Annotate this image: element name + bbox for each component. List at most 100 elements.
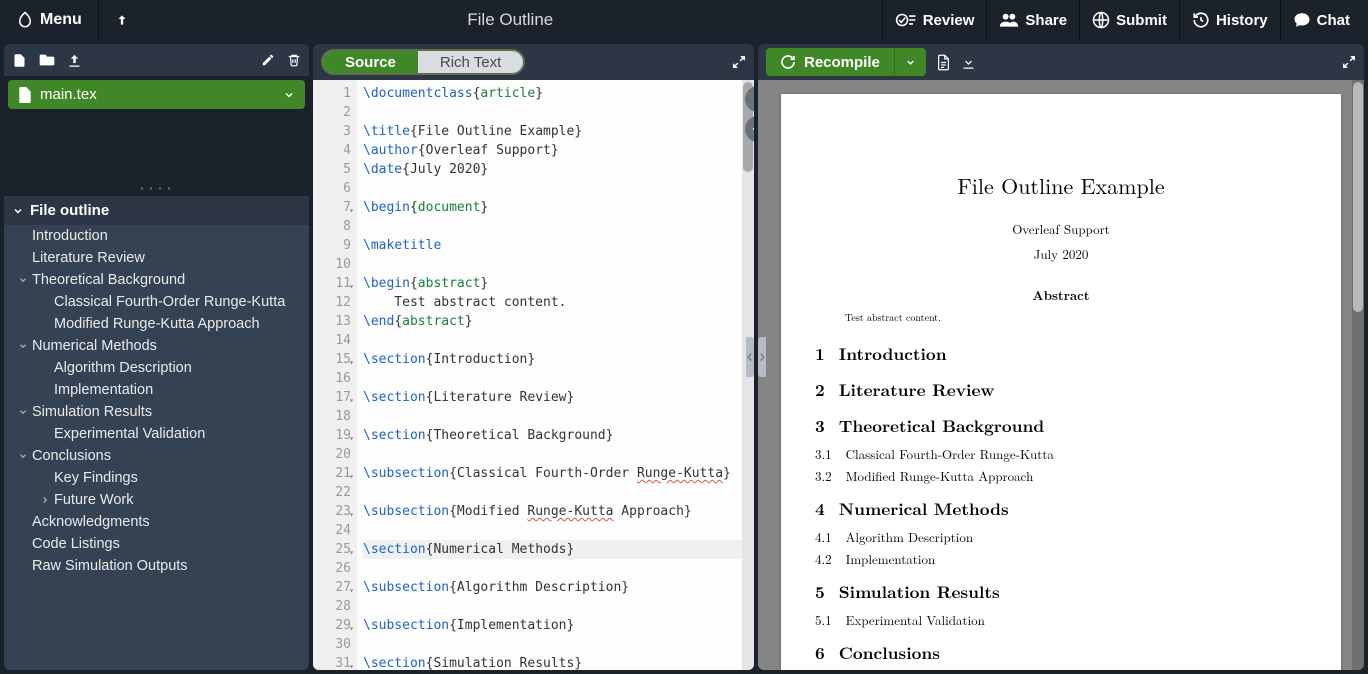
outline-item-label: Theoretical Background	[32, 272, 185, 288]
history-icon	[1192, 11, 1210, 29]
outline-item[interactable]: Future Work	[4, 489, 309, 511]
outline-item-label: Simulation Results	[32, 404, 152, 420]
pdf-scrollbar-thumb[interactable]	[1353, 82, 1363, 312]
pdf-page: File Outline Example Overleaf Support Ju…	[781, 94, 1341, 670]
outline-title: File outline	[30, 202, 109, 219]
file-icon	[18, 87, 32, 103]
file-icon	[936, 54, 951, 71]
outline-item-label: Implementation	[54, 382, 153, 398]
globe-icon	[1092, 11, 1110, 29]
chat-label: Chat	[1317, 12, 1350, 29]
outline-item[interactable]: Key Findings	[4, 467, 309, 489]
pdf-section: 3Theoretical Background	[815, 414, 1307, 438]
editor-panel: Source Rich Text 1234567▾891011▾12131415…	[313, 44, 754, 670]
file-name: main.tex	[40, 86, 97, 103]
outline-item[interactable]: Theoretical Background	[4, 269, 309, 291]
outline-item-label: Literature Review	[32, 250, 145, 266]
menu-button[interactable]: Menu	[6, 7, 92, 33]
arrow-right-icon	[751, 92, 754, 106]
share-label: Share	[1025, 12, 1067, 29]
go-to-pdf-button[interactable]	[745, 86, 754, 112]
outline-item[interactable]: Numerical Methods	[4, 335, 309, 357]
outline-item[interactable]: Code Listings	[4, 533, 309, 555]
splitter-handle-left[interactable]	[746, 337, 754, 377]
resize-handle[interactable]: • • • •	[4, 186, 309, 196]
outline-header[interactable]: File outline	[4, 196, 309, 225]
pdf-section: 6Conclusions	[815, 641, 1307, 665]
chevron-right-icon	[36, 495, 54, 505]
rename-button[interactable]	[261, 53, 275, 67]
left-panel: main.tex • • • • File outline Introducti…	[4, 44, 309, 670]
menu-label: Menu	[40, 11, 82, 29]
code-lines[interactable]: \documentclass{article}\title{File Outli…	[357, 80, 754, 670]
outline-item[interactable]: Algorithm Description	[4, 357, 309, 379]
outline-item[interactable]: Experimental Validation	[4, 423, 309, 445]
arrow-up-icon	[115, 13, 129, 27]
chevron-down-icon	[14, 275, 32, 285]
outline-item-label: Conclusions	[32, 448, 111, 464]
history-button[interactable]: History	[1180, 5, 1280, 35]
pdf-scrollbar[interactable]	[1352, 80, 1364, 670]
chevron-down-icon	[905, 57, 916, 68]
pdf-subsection: 4.1Algorithm Description	[815, 527, 1307, 546]
expand-icon	[732, 55, 746, 69]
source-tab[interactable]: Source	[323, 51, 418, 73]
pdf-date: July 2020	[815, 244, 1307, 263]
people-icon	[999, 12, 1019, 28]
outline-panel: File outline Introduction Literature Revi…	[4, 196, 309, 670]
logs-button[interactable]	[936, 54, 951, 71]
outline-item[interactable]: Introduction	[4, 225, 309, 247]
outline-item-label: Introduction	[32, 228, 108, 244]
new-file-button[interactable]	[12, 53, 27, 68]
outline-item-label: Classical Fourth-Order Runge-Kutta	[54, 294, 285, 310]
outline-item[interactable]: Classical Fourth-Order Runge-Kutta	[4, 291, 309, 313]
pdf-subsection: 5.1Experimental Validation	[815, 610, 1307, 629]
pdf-section: 5Simulation Results	[815, 580, 1307, 604]
recompile-button[interactable]: Recompile	[766, 48, 894, 76]
pdf-section: 4Numerical Methods	[815, 497, 1307, 521]
share-button[interactable]: Share	[987, 6, 1079, 35]
delete-button[interactable]	[287, 53, 301, 67]
file-item-main-tex[interactable]: main.tex	[8, 80, 305, 109]
pdf-author: Overleaf Support	[815, 219, 1307, 238]
upload-button[interactable]	[67, 53, 82, 68]
recompile-dropdown[interactable]	[894, 48, 926, 76]
outline-item-label: Raw Simulation Outputs	[32, 558, 188, 574]
outline-item-label: Acknowledgments	[32, 514, 150, 530]
expand-editor-button[interactable]	[732, 55, 746, 69]
review-button[interactable]: Review	[883, 6, 987, 35]
pdf-subsection: 4.2Implementation	[815, 549, 1307, 568]
expand-pdf-button[interactable]	[1342, 55, 1356, 69]
chevron-down-icon	[283, 89, 295, 101]
outline-item[interactable]: Simulation Results	[4, 401, 309, 423]
up-button[interactable]	[105, 9, 139, 31]
pdf-abstract-heading: Abstract	[815, 285, 1307, 304]
pdf-panel: Recompile File Outline Example Overleaf …	[758, 44, 1364, 670]
code-editor[interactable]: 1234567▾891011▾12131415▾1617▾1819▾2021▾2…	[313, 80, 754, 670]
outline-item[interactable]: Raw Simulation Outputs	[4, 555, 309, 577]
chat-icon	[1293, 11, 1311, 29]
pdf-abstract-text: Test abstract content.	[845, 310, 1307, 324]
refresh-icon	[780, 54, 796, 70]
outline-item[interactable]: Modified Runge-Kutta Approach	[4, 313, 309, 335]
go-to-code-button[interactable]	[745, 116, 754, 142]
outline-item-label: Modified Runge-Kutta Approach	[54, 316, 260, 332]
view-toggle: Source Rich Text	[321, 49, 525, 75]
outline-item[interactable]: Acknowledgments	[4, 511, 309, 533]
new-folder-button[interactable]	[39, 53, 55, 67]
submit-button[interactable]: Submit	[1080, 5, 1179, 35]
download-button[interactable]	[961, 55, 976, 70]
splitter-handle-right[interactable]	[758, 337, 766, 377]
chevron-down-icon	[14, 407, 32, 417]
pdf-viewer[interactable]: File Outline Example Overleaf Support Ju…	[758, 80, 1364, 670]
submit-label: Submit	[1116, 12, 1167, 29]
pdf-subsection: 3.1Classical Fourth-Order Runge-Kutta	[815, 444, 1307, 463]
outline-item[interactable]: Literature Review	[4, 247, 309, 269]
arrow-left-icon	[751, 122, 754, 136]
chat-button[interactable]: Chat	[1281, 5, 1362, 35]
topbar: Menu File Outline Review Share Submit Hi…	[0, 0, 1368, 40]
richtext-tab[interactable]: Rich Text	[418, 51, 523, 73]
outline-item[interactable]: Conclusions	[4, 445, 309, 467]
outline-item[interactable]: Implementation	[4, 379, 309, 401]
outline-item-label: Algorithm Description	[54, 360, 192, 376]
